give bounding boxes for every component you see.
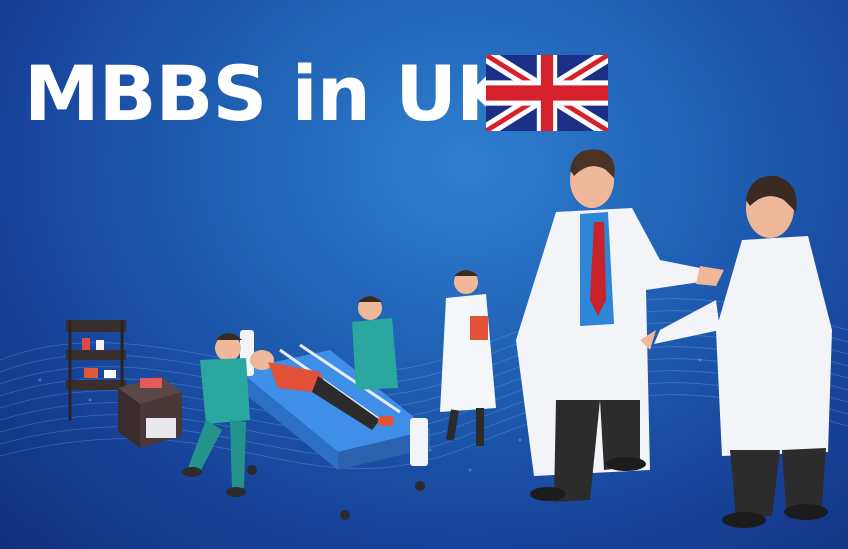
colleague-doctor: [640, 175, 832, 528]
banner: MBBS in UK: [0, 0, 848, 549]
nurse-back: [352, 296, 398, 390]
young-doctor: [440, 270, 496, 446]
hospital-scene-illustration: [66, 149, 832, 528]
medical-cart: [66, 320, 126, 420]
nurse-left: [182, 333, 250, 497]
bedside-table: [118, 376, 182, 448]
